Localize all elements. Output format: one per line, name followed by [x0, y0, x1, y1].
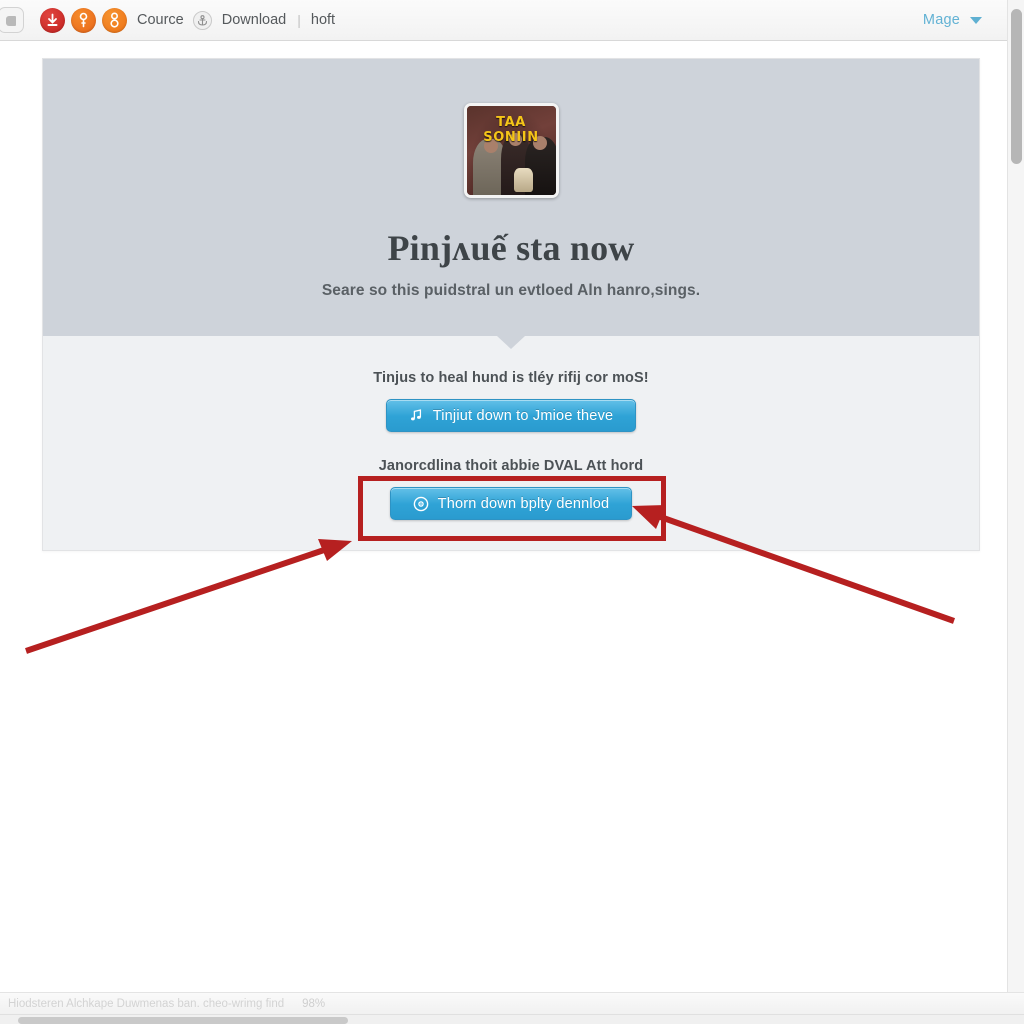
promo-text-primary: Tinjus to heal hund is tléy rifij cor mo… — [373, 370, 649, 386]
account-menu-label[interactable]: Mage — [923, 12, 960, 28]
button-primary-label: Tinjiut down to Jmioe theve — [432, 407, 614, 424]
person-badge-icon[interactable] — [102, 7, 127, 33]
down-triangle-notch-icon — [497, 336, 525, 349]
page-subtitle: Seare so this puidstral un evtloed Aln h… — [321, 282, 701, 299]
button-secondary-download[interactable]: Thorn down bplty dennlod — [389, 487, 633, 520]
download-badge-icon[interactable] — [40, 7, 65, 33]
toolbar-left-group: Cource Download | hoft — [0, 7, 923, 33]
toolbar-separator: | — [297, 12, 301, 28]
promo-text-secondary: Janorcdlina thoit abbie DVAL Att hord — [378, 458, 644, 474]
thumbnail-overlay-title: TAA SONIIN — [483, 115, 539, 145]
screenshot-root: Cource Download | hoft Mage TAA SONIIN P… — [0, 0, 1024, 1024]
horizontal-scrollbar-thumb[interactable] — [18, 1017, 348, 1024]
anchor-circle-icon[interactable] — [192, 10, 212, 30]
key-badge-icon[interactable] — [71, 7, 96, 33]
button-secondary-label: Thorn down bplty dennlod — [437, 495, 610, 512]
arrow-pointing-to-highlight-left — [25, 539, 352, 654]
thumbnail-bouquet — [513, 168, 533, 192]
card-body-section: Tinjus to heal hund is tléy rifij cor mo… — [43, 336, 979, 550]
vertical-scrollbar-thumb[interactable] — [1011, 9, 1022, 164]
vertical-scrollbar[interactable] — [1007, 0, 1024, 1014]
status-bar-zoom[interactable]: 98% — [284, 998, 325, 1010]
album-thumbnail[interactable]: TAA SONIIN — [463, 103, 559, 198]
page-title: Pinjʌuế sta now — [387, 228, 635, 268]
toolbar-label-source[interactable]: Cource — [137, 12, 184, 28]
status-bar: Hiodsteren Alchkape Duwmenas ban. cheo-w… — [0, 992, 1024, 1014]
browser-toolbar: Cource Download | hoft Mage — [0, 0, 1024, 41]
button-primary-download[interactable]: Tinjiut down to Jmioe theve — [385, 399, 637, 432]
app-window-icon[interactable] — [0, 7, 24, 33]
toolbar-label-host[interactable]: hoft — [311, 12, 335, 28]
horizontal-scrollbar[interactable] — [0, 1014, 1024, 1024]
status-bar-text: Hiodsteren Alchkape Duwmenas ban. cheo-w… — [8, 997, 285, 1010]
toolbar-label-download[interactable]: Download — [222, 12, 287, 28]
music-note-icon — [409, 408, 424, 423]
disc-icon — [413, 496, 429, 512]
download-card: TAA SONIIN Pinjʌuế sta now Seare so this… — [42, 58, 980, 551]
chevron-down-icon[interactable] — [970, 16, 982, 24]
card-hero-section: TAA SONIIN Pinjʌuế sta now Seare so this… — [43, 59, 979, 349]
